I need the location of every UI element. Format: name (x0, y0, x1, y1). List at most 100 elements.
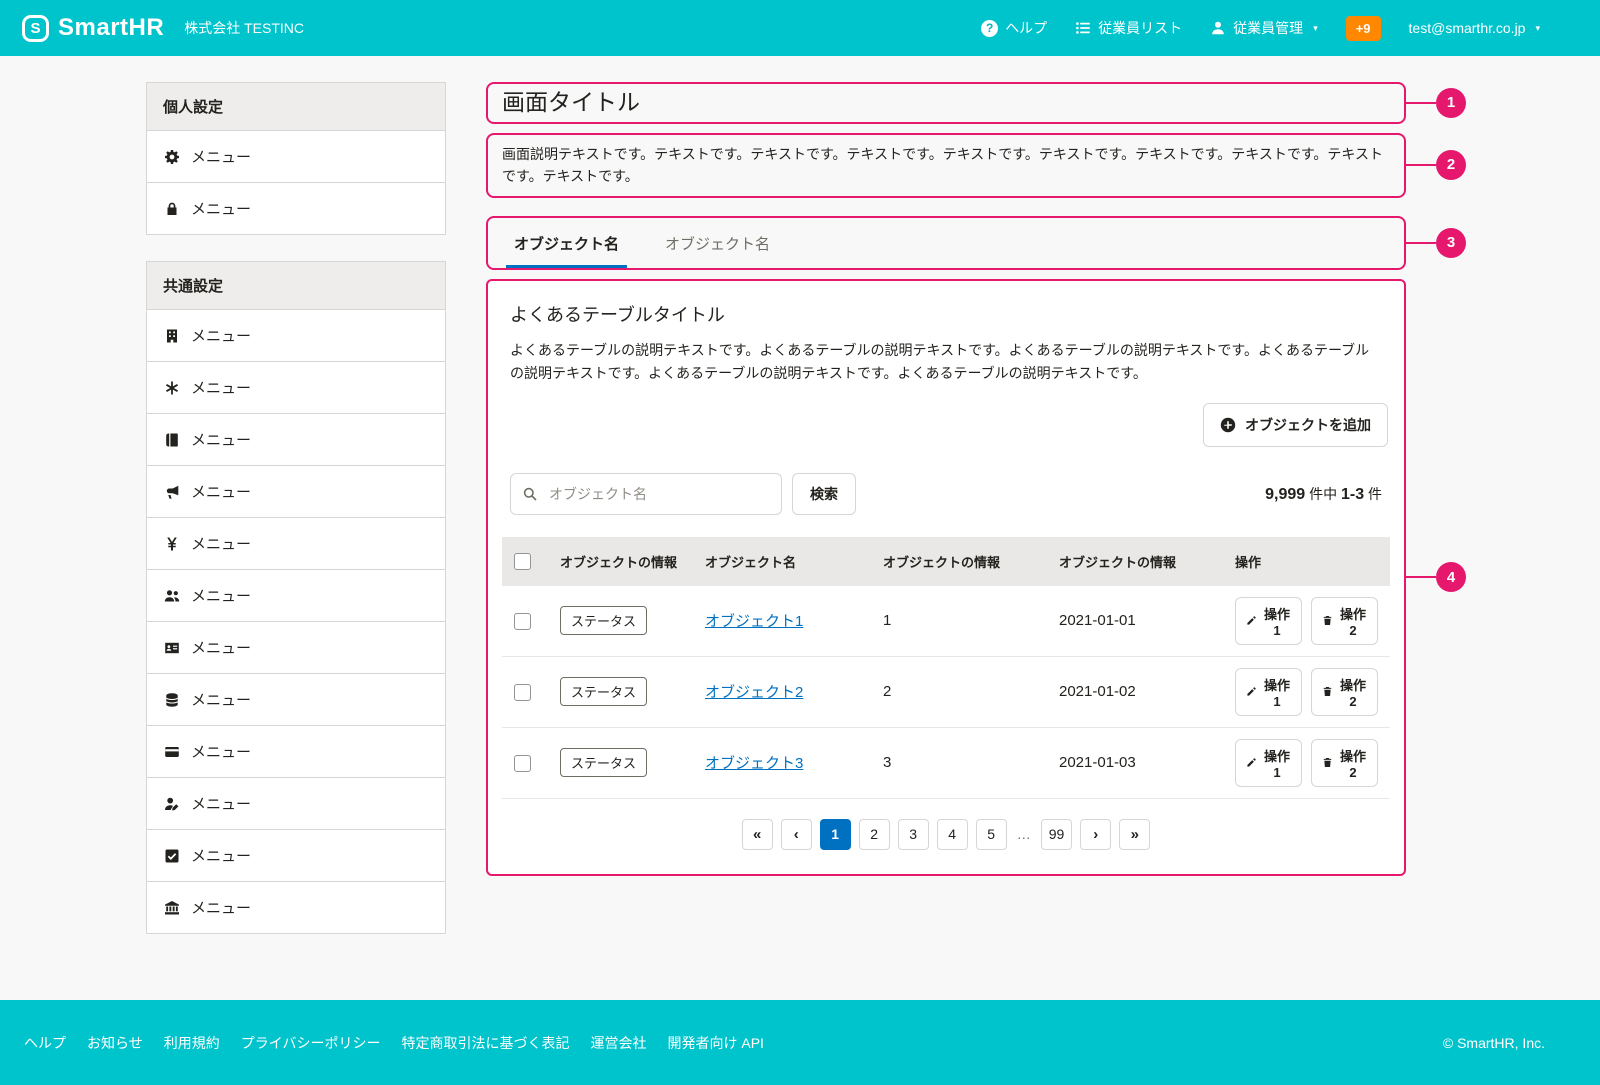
footer-link-company[interactable]: 運営会社 (590, 1033, 646, 1053)
annotation-marker-3: 3 (1436, 228, 1466, 258)
result-count: 9,999 件中 1-3 件 (1265, 484, 1382, 504)
table-row: ステータス オブジェクト3 3 2021-01-03 操作1 (502, 727, 1390, 798)
sidebar-item-label: メニュー (191, 198, 251, 219)
sidebar-item-menu[interactable]: メニュー (147, 778, 445, 830)
search-input[interactable] (510, 473, 782, 515)
sidebar-item-menu[interactable]: メニュー (147, 466, 445, 518)
annotated-table-panel: よくあるテーブルタイトル よくあるテーブルの説明テキストです。よくあるテーブルの… (486, 279, 1406, 876)
employee-list-nav-item[interactable]: 従業員リスト (1075, 18, 1182, 38)
action2-button[interactable]: 操作2 (1311, 739, 1378, 787)
row-checkbox[interactable] (514, 613, 531, 630)
action1-button[interactable]: 操作1 (1235, 739, 1302, 787)
column-header: オブジェクトの情報 (548, 537, 693, 586)
check-square-icon (163, 847, 180, 864)
trash-icon (1322, 756, 1333, 769)
add-button-row: オブジェクトを追加 (502, 403, 1390, 447)
sidebar-item-label: メニュー (191, 146, 251, 167)
result-count-range: 1-3 (1341, 486, 1364, 503)
pagination-last-button[interactable]: » (1119, 819, 1150, 850)
sidebar-section-title: 個人設定 (147, 83, 445, 131)
book-icon (163, 431, 180, 448)
row-actions: 操作1 操作2 (1235, 597, 1378, 645)
person-edit-icon (163, 795, 180, 812)
sidebar-item-menu[interactable]: メニュー (147, 674, 445, 726)
sidebar-section-personal: 個人設定 メニュー メニュー (146, 82, 446, 235)
sidebar-item-label: メニュー (191, 377, 251, 398)
pagination-page-5[interactable]: 5 (976, 819, 1007, 850)
action1-button[interactable]: 操作1 (1235, 597, 1302, 645)
card-icon (163, 743, 180, 760)
footer-link-news[interactable]: お知らせ (87, 1033, 143, 1053)
pagination-page-2[interactable]: 2 (859, 819, 890, 850)
tab-object-1[interactable]: オブジェクト名 (506, 218, 627, 268)
sidebar-item-menu[interactable]: メニュー (147, 414, 445, 466)
action1-button[interactable]: 操作1 (1235, 668, 1302, 716)
annotation-marker-4: 4 (1436, 562, 1466, 592)
object-date-cell: 2021-01-02 (1047, 656, 1223, 727)
row-checkbox[interactable] (514, 755, 531, 772)
table-panel-title: よくあるテーブルタイトル (510, 301, 1382, 327)
pagination-prev-button[interactable]: ‹ (781, 819, 812, 850)
table-row: ステータス オブジェクト1 1 2021-01-01 操作1 (502, 586, 1390, 657)
sidebar-item-menu[interactable]: メニュー (147, 518, 445, 570)
add-object-button-label: オブジェクトを追加 (1245, 415, 1371, 435)
pagination-page-1[interactable]: 1 (820, 819, 851, 850)
notification-count-badge[interactable]: +9 (1346, 16, 1381, 41)
sidebar-item-menu[interactable]: メニュー (147, 726, 445, 778)
lock-icon (163, 200, 180, 217)
pagination-page-3[interactable]: 3 (898, 819, 929, 850)
pagination-page-4[interactable]: 4 (937, 819, 968, 850)
sidebar-item-label: メニュー (191, 637, 251, 658)
footer-link-privacy[interactable]: プライバシーポリシー (241, 1033, 381, 1053)
row-actions: 操作1 操作2 (1235, 739, 1378, 787)
footer-link-terms[interactable]: 利用規約 (164, 1033, 220, 1053)
sidebar-item-menu[interactable]: メニュー (147, 131, 445, 183)
sidebar-item-menu[interactable]: メニュー (147, 310, 445, 362)
footer-link-help[interactable]: ヘルプ (24, 1033, 66, 1053)
footer-link-developer-api[interactable]: 開発者向け API (667, 1033, 763, 1053)
account-dropdown[interactable]: test@smarthr.co.jp ▾ (1409, 20, 1540, 36)
sidebar-item-menu[interactable]: メニュー (147, 183, 445, 234)
pencil-icon (1246, 685, 1257, 698)
select-all-checkbox[interactable] (514, 553, 531, 570)
sidebar-item-menu[interactable]: メニュー (147, 622, 445, 674)
annotation-marker-2: 2 (1436, 150, 1466, 180)
help-nav-item[interactable]: ? ヘルプ (981, 18, 1047, 38)
object-link[interactable]: オブジェクト3 (705, 755, 803, 772)
sidebar-item-menu[interactable]: メニュー (147, 362, 445, 414)
asterisk-icon (163, 379, 180, 396)
annotation-marker-1: 1 (1436, 88, 1466, 118)
sidebar-item-menu[interactable]: メニュー (147, 830, 445, 882)
pagination-first-button[interactable]: « (742, 819, 773, 850)
search-button[interactable]: 検索 (792, 473, 856, 515)
row-checkbox[interactable] (514, 684, 531, 701)
smarthr-logo[interactable]: S SmartHR (22, 14, 164, 42)
table-header-row: オブジェクトの情報 オブジェクト名 オブジェクトの情報 オブジェクトの情報 操作 (502, 537, 1390, 586)
search-field-wrap (510, 473, 782, 515)
trash-icon (1322, 614, 1333, 627)
footer-link-commerce-law[interactable]: 特定商取引法に基づく表記 (401, 1033, 569, 1053)
tab-object-2[interactable]: オブジェクト名 (657, 218, 778, 268)
yen-icon (163, 535, 180, 552)
search-icon (522, 486, 538, 502)
employee-mgmt-dropdown[interactable]: 従業員管理 ▾ (1210, 18, 1318, 38)
sidebar-item-label: メニュー (191, 533, 251, 554)
object-link[interactable]: オブジェクト2 (705, 684, 803, 701)
sidebar-item-menu[interactable]: メニュー (147, 882, 445, 933)
page-description: 画面説明テキストです。テキストです。テキストです。テキストです。テキストです。テ… (502, 146, 1383, 184)
page-layout: 個人設定 メニュー メニュー 共通設定 メニュー (0, 56, 1600, 1000)
pagination-page-99[interactable]: 99 (1041, 819, 1073, 850)
object-link[interactable]: オブジェクト1 (705, 613, 803, 630)
pagination-next-button[interactable]: › (1080, 819, 1111, 850)
action2-button[interactable]: 操作2 (1311, 668, 1378, 716)
action2-button[interactable]: 操作2 (1311, 597, 1378, 645)
company-name: 株式会社 TESTINC (184, 18, 304, 38)
object-date-cell: 2021-01-01 (1047, 586, 1223, 657)
sidebar-item-menu[interactable]: メニュー (147, 570, 445, 622)
add-object-button[interactable]: オブジェクトを追加 (1203, 403, 1388, 447)
annotated-page-description-area: 画面説明テキストです。テキストです。テキストです。テキストです。テキストです。テ… (486, 133, 1406, 198)
chevron-down-icon: ▾ (1535, 23, 1540, 34)
sidebar-item-label: メニュー (191, 325, 251, 346)
annotated-tabs-area: オブジェクト名 オブジェクト名 3 (486, 216, 1406, 270)
object-info-cell: 3 (871, 727, 1047, 798)
